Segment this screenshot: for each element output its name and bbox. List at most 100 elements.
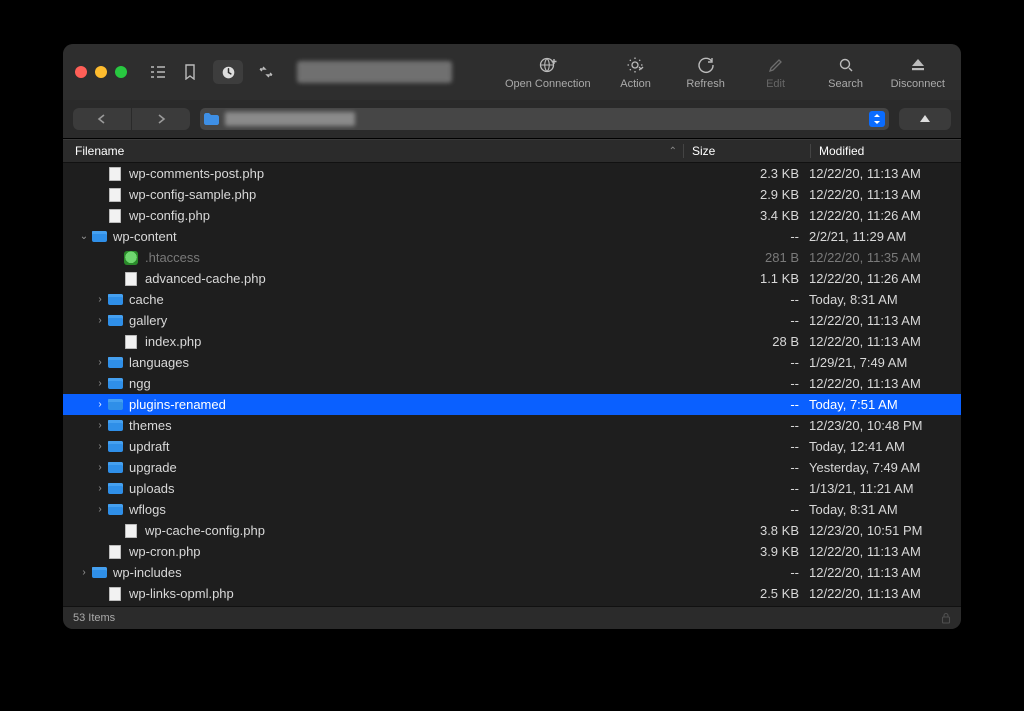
cell-modified: Today, 8:31 AM: [809, 502, 961, 517]
minimize-window-button[interactable]: [95, 66, 107, 78]
file-name-label: uploads: [129, 481, 175, 496]
disclosure-icon[interactable]: ›: [93, 315, 107, 326]
app-window: Open Connection Action Refresh Edit Sear…: [63, 44, 961, 629]
file-row[interactable]: ›upgrade--Yesterday, 7:49 AM: [63, 457, 961, 478]
cell-size: 3.4 KB: [689, 208, 809, 223]
cell-filename: ⌄ wp-content: [63, 229, 689, 245]
action-button[interactable]: Action: [605, 54, 667, 90]
refresh-icon: [697, 54, 715, 76]
file-row[interactable]: ›gallery--12/22/20, 11:13 AM: [63, 310, 961, 331]
cell-size: --: [689, 376, 809, 391]
file-row[interactable]: ›wp-includes--12/22/20, 11:13 AM: [63, 562, 961, 583]
cell-filename: ›updraft: [63, 439, 689, 455]
cell-filename: .htaccess: [63, 250, 689, 266]
outline-view-icon[interactable]: [143, 60, 173, 84]
file-row[interactable]: wp-config.php3.4 KB12/22/20, 11:26 AM: [63, 205, 961, 226]
gear-icon: [626, 54, 646, 76]
bookmarks-icon[interactable]: [175, 60, 205, 84]
forward-button[interactable]: [131, 108, 190, 130]
disconnect-button[interactable]: Disconnect: [885, 54, 951, 90]
window-title-blurred: [297, 61, 452, 83]
lock-icon: [941, 612, 951, 624]
cell-size: --: [689, 460, 809, 475]
file-row[interactable]: › uploads --1/13/21, 11:21 AM: [63, 478, 961, 499]
file-row[interactable]: wp-cache-config.php3.8 KB12/23/20, 10:51…: [63, 520, 961, 541]
back-button[interactable]: [73, 108, 131, 130]
file-icon: [107, 586, 123, 602]
disclosure-icon[interactable]: ›: [93, 483, 107, 494]
folder-icon: [107, 397, 123, 413]
disclosure-icon[interactable]: ⌄: [77, 231, 91, 242]
file-row[interactable]: wp-config-sample.php2.9 KB12/22/20, 11:1…: [63, 184, 961, 205]
file-row[interactable]: .htaccess281 B12/22/20, 11:35 AM: [63, 247, 961, 268]
cell-filename: wp-cache-config.php: [63, 523, 689, 539]
search-button[interactable]: Search: [815, 54, 877, 90]
cell-modified: 12/22/20, 11:13 AM: [809, 376, 961, 391]
file-row[interactable]: index.php28 B12/22/20, 11:13 AM: [63, 331, 961, 352]
cell-modified: 12/23/20, 10:51 PM: [809, 523, 961, 538]
history-nav: [73, 108, 190, 130]
folder-icon: [107, 439, 123, 455]
cell-filename: ›themes: [63, 418, 689, 434]
file-name-label: wp-includes: [113, 565, 182, 580]
disclosure-icon[interactable]: ›: [93, 504, 107, 515]
disclosure-icon[interactable]: ›: [93, 462, 107, 473]
folder-icon: [91, 229, 107, 245]
cell-modified: 12/22/20, 11:13 AM: [809, 187, 961, 202]
folder-icon: [107, 418, 123, 434]
file-row[interactable]: ›languages--1/29/21, 7:49 AM: [63, 352, 961, 373]
path-dropdown-icon[interactable]: [869, 111, 885, 127]
file-row[interactable]: ›cache--Today, 8:31 AM: [63, 289, 961, 310]
file-row[interactable]: ›themes--12/23/20, 10:48 PM: [63, 415, 961, 436]
file-row[interactable]: ⌄wp-content--2/2/21, 11:29 AM: [63, 226, 961, 247]
cell-size: --: [689, 481, 809, 496]
path-field[interactable]: [200, 108, 889, 130]
open-connection-button[interactable]: Open Connection: [499, 54, 597, 90]
folder-icon: [107, 292, 123, 308]
disclosure-icon[interactable]: ›: [93, 294, 107, 305]
file-row[interactable]: ›updraft--Today, 12:41 AM: [63, 436, 961, 457]
file-row[interactable]: wp-comments-post.php2.3 KB12/22/20, 11:1…: [63, 163, 961, 184]
maximize-window-button[interactable]: [115, 66, 127, 78]
cell-size: --: [689, 565, 809, 580]
cell-filename: › wp-includes: [63, 565, 689, 581]
refresh-button[interactable]: Refresh: [675, 54, 737, 90]
history-icon[interactable]: [213, 60, 243, 84]
cell-modified: 1/29/21, 7:49 AM: [809, 355, 961, 370]
disclosure-icon[interactable]: ›: [93, 441, 107, 452]
toolbar: Open Connection Action Refresh Edit Sear…: [63, 44, 961, 100]
disclosure-icon[interactable]: ›: [93, 357, 107, 368]
file-name-label: advanced-cache.php: [145, 271, 266, 286]
file-name-label: wp-comments-post.php: [129, 166, 264, 181]
file-row[interactable]: advanced-cache.php1.1 KB12/22/20, 11:26 …: [63, 268, 961, 289]
folder-icon: [107, 355, 123, 371]
cell-modified: 12/22/20, 11:13 AM: [809, 544, 961, 559]
cell-filename: ›languages: [63, 355, 689, 371]
file-name-label: .htaccess: [145, 250, 200, 265]
file-row[interactable]: ›wflogs--Today, 8:31 AM: [63, 499, 961, 520]
file-name-label: wp-config.php: [129, 208, 210, 223]
disclosure-icon[interactable]: ›: [93, 420, 107, 431]
file-name-label: wp-content: [113, 229, 177, 244]
disclosure-icon[interactable]: ›: [93, 378, 107, 389]
file-row[interactable]: wp-cron.php3.9 KB12/22/20, 11:13 AM: [63, 541, 961, 562]
cell-size: 3.8 KB: [689, 523, 809, 538]
go-up-button[interactable]: [899, 108, 951, 130]
transfers-icon[interactable]: [251, 60, 281, 84]
close-window-button[interactable]: [75, 66, 87, 78]
file-icon: [123, 271, 139, 287]
cell-modified: 1/13/21, 11:21 AM: [809, 481, 961, 496]
file-icon: [107, 544, 123, 560]
search-icon: [838, 54, 854, 76]
disclosure-icon[interactable]: ›: [77, 567, 91, 578]
file-row[interactable]: wp-links-opml.php2.5 KB12/22/20, 11:13 A…: [63, 583, 961, 604]
file-row[interactable]: ›plugins-renamed--Today, 7:51 AM: [63, 394, 961, 415]
file-list[interactable]: wp-comments-post.php2.3 KB12/22/20, 11:1…: [63, 163, 961, 606]
cell-size: 281 B: [689, 250, 809, 265]
column-modified[interactable]: Modified: [810, 144, 961, 158]
disclosure-icon[interactable]: ›: [93, 399, 107, 410]
column-filename[interactable]: Filename ⌃: [63, 144, 683, 158]
cell-filename: wp-config.php: [63, 208, 689, 224]
file-row[interactable]: ›ngg--12/22/20, 11:13 AM: [63, 373, 961, 394]
column-size[interactable]: Size: [683, 144, 810, 158]
